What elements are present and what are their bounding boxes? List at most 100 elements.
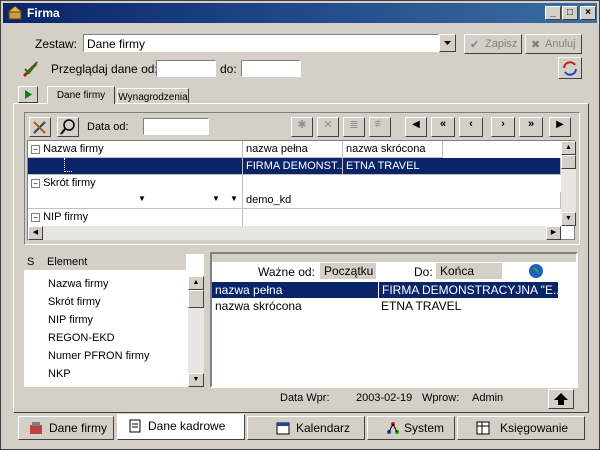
chevron-down-icon[interactable]: ▼ <box>212 194 220 203</box>
details-strip <box>212 254 576 262</box>
chevron-down-icon[interactable]: ▼ <box>230 194 238 203</box>
list-item[interactable]: NIP firmy <box>48 314 93 326</box>
maximize-icon[interactable]: □ <box>562 6 578 20</box>
chevron-down-icon[interactable]: ▼ <box>138 194 146 203</box>
table-row[interactable] <box>28 158 243 175</box>
wazne-od-value[interactable]: Początku <box>320 263 376 279</box>
detail-value[interactable]: ETNA TRAVEL <box>378 298 558 314</box>
list-item[interactable]: REGON-EKD <box>48 332 115 344</box>
browse-from-input[interactable] <box>156 60 216 77</box>
add-row-button[interactable]: ✱ <box>291 117 313 137</box>
wprow-value: Admin <box>472 392 504 404</box>
cancel-label: Anuluj <box>545 38 576 50</box>
tree-node-skrot[interactable]: − Skrót firmy <box>28 175 243 192</box>
tab-dane-firmy[interactable]: Dane firmy <box>47 86 115 104</box>
browse-to-input[interactable] <box>241 60 301 77</box>
scroll-right-icon[interactable]: ▶ <box>546 226 561 240</box>
tree-node-nazwa[interactable]: − Nazwa firmy <box>28 141 243 158</box>
tree-label: Skrót firmy <box>43 177 96 189</box>
nav-next-button[interactable]: › <box>491 117 515 137</box>
detail-key[interactable]: nazwa pełna <box>212 282 378 298</box>
nav-next-page-button[interactable]: » <box>519 117 543 137</box>
grid-vscroll[interactable]: ▲ ▼ <box>561 141 576 226</box>
element-list: S Element Nazwa firmy Skrót firmy NIP fi… <box>24 254 204 387</box>
tools-button[interactable] <box>29 117 51 137</box>
col-header-s: S <box>24 254 44 270</box>
nav-prev-button[interactable]: ‹ <box>459 117 483 137</box>
list-item[interactable]: Numer PFRON firmy <box>48 350 149 362</box>
delete-row-button[interactable]: ✕ <box>317 117 339 137</box>
collapse-icon[interactable]: − <box>31 213 40 222</box>
do-value[interactable]: Końca <box>436 263 502 279</box>
search-icon <box>60 119 75 135</box>
zestaw-select[interactable]: Dane firmy <box>83 34 439 52</box>
zestaw-label: Zestaw: <box>35 37 78 51</box>
nav-prev-page-button[interactable]: « <box>431 117 455 137</box>
wazne-od-label: Ważne od: <box>258 265 315 279</box>
data-od-input[interactable] <box>143 118 209 135</box>
list-item[interactable]: NKP <box>48 368 71 380</box>
minimize-icon[interactable]: _ <box>545 6 561 20</box>
bottom-tab-label: Księgowanie <box>500 421 569 435</box>
tree-node-nip[interactable]: − NIP firmy <box>28 209 243 226</box>
star-icon: ✱ <box>297 119 307 131</box>
refresh-button[interactable] <box>558 57 582 79</box>
title-bar[interactable]: Firma _ □ × <box>3 3 597 23</box>
bottom-tab-system[interactable]: System <box>367 416 455 440</box>
scroll-up-icon[interactable]: ▲ <box>188 276 204 290</box>
col-header-short: nazwa skrócona <box>343 141 443 158</box>
refresh-icon <box>563 61 577 76</box>
pencil-check-icon <box>22 61 38 78</box>
bottom-tab-ksiegowanie[interactable]: Księgowanie <box>457 416 585 440</box>
bottom-tab-label: Dane kadrowe <box>148 419 226 433</box>
table-cell[interactable]: ETNA TRAVEL <box>343 158 561 175</box>
bottom-tab-label: Kalendarz <box>296 421 351 435</box>
bottom-tab-kalendarz[interactable]: Kalendarz <box>247 416 365 440</box>
save-button[interactable]: ✔ Zapisz <box>464 34 522 54</box>
main-window: Firma _ □ × Zestaw: Dane firmy ✔ Zapisz … <box>0 0 600 450</box>
arrow-up-button[interactable] <box>548 389 574 409</box>
nav-first-button[interactable]: ◀ <box>405 117 427 137</box>
expand-button[interactable] <box>18 86 38 103</box>
zestaw-value: Dane firmy <box>87 37 146 51</box>
insert-row-button[interactable]: ≣ <box>343 117 365 137</box>
last-icon: ▶ <box>556 119 564 130</box>
remove-row-button[interactable]: ≢ <box>369 117 391 137</box>
list-item[interactable]: Nazwa firmy <box>48 278 109 290</box>
bottom-tab-dane-kadrowe[interactable]: Dane kadrowe <box>117 414 245 440</box>
cancel-button[interactable]: ✖ Anuluj <box>525 34 582 54</box>
scroll-left-icon[interactable]: ◀ <box>28 226 43 240</box>
detail-value[interactable]: FIRMA DEMONSTRACYJNA "E... <box>378 282 558 298</box>
grid-hscroll[interactable]: ◀ ▶ <box>28 226 561 240</box>
detail-key[interactable]: nazwa skrócona <box>212 298 378 314</box>
table-row[interactable]: ▼ ▼ ▼ <box>28 192 243 209</box>
collapse-icon[interactable]: − <box>31 145 40 154</box>
list-vscroll[interactable]: ▲ ▼ <box>188 276 204 387</box>
collapse-icon[interactable]: − <box>31 179 40 188</box>
scroll-thumb[interactable] <box>561 155 576 169</box>
scroll-down-icon[interactable]: ▼ <box>188 373 204 387</box>
nav-last-button[interactable]: ▶ <box>549 117 571 137</box>
search-button[interactable] <box>57 117 79 137</box>
tree-label: NIP firmy <box>43 211 89 223</box>
double-right-icon: » <box>527 118 535 130</box>
close-icon[interactable]: × <box>580 6 596 20</box>
scroll-down-icon[interactable]: ▼ <box>561 212 576 226</box>
scroll-thumb[interactable] <box>188 290 204 308</box>
zestaw-dropdown-button[interactable] <box>439 34 456 52</box>
globe-icon[interactable] <box>528 263 544 279</box>
data-grid: − Nazwa firmy nazwa pełna nazwa skrócona… <box>27 140 576 240</box>
tree-connector <box>64 158 72 172</box>
bottom-tab-dane-firmy[interactable]: Dane firmy <box>18 416 114 440</box>
list-item[interactable]: Skrót firmy <box>48 296 101 308</box>
table-cell[interactable]: demo_kd <box>243 192 561 209</box>
tree-label: Nazwa firmy <box>43 143 104 155</box>
tab-wynagrodzenia[interactable]: Wynagrodzenia <box>117 88 189 103</box>
save-label: Zapisz <box>485 38 518 50</box>
details-panel: Ważne od: Początku Do: Końca nazwa pełna… <box>210 252 578 388</box>
chevron-right-icon: › <box>501 118 505 130</box>
table-cell[interactable]: FIRMA DEMONST... <box>243 158 343 175</box>
document-icon <box>129 419 141 433</box>
col-header-full: nazwa pełna <box>243 141 343 158</box>
scroll-up-icon[interactable]: ▲ <box>561 141 576 155</box>
